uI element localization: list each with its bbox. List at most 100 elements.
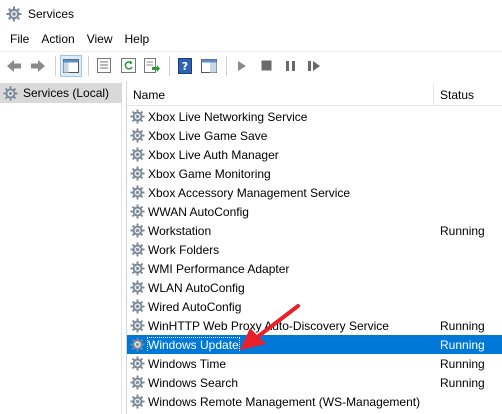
service-status: Running	[440, 318, 485, 333]
service-name: Windows Remote Management (WS-Management…	[148, 394, 421, 409]
service-name-cell: Windows Time	[127, 356, 434, 371]
column-header-name[interactable]: Name	[127, 84, 434, 105]
toolbar-separator	[55, 55, 56, 76]
console-tree-icon[interactable]	[60, 54, 82, 77]
service-gear-icon	[130, 204, 145, 219]
table-row[interactable]: Windows Update Running	[127, 335, 502, 354]
toolbar-separator	[169, 55, 170, 76]
table-row[interactable]: WinHTTP Web Proxy Auto-Discovery Service…	[127, 316, 502, 335]
forward-icon[interactable]	[27, 55, 49, 77]
service-name-cell: Windows Remote Management (WS-Management…	[127, 394, 434, 409]
service-status: Running	[440, 337, 485, 352]
service-name: Workstation	[148, 223, 212, 238]
service-name-cell: Xbox Live Auth Manager	[127, 147, 434, 162]
service-name-cell: WLAN AutoConfig	[127, 280, 434, 295]
service-name-cell: Xbox Game Monitoring	[127, 166, 434, 181]
services-list: Xbox Live Networking Service Xbox Live Ga…	[127, 107, 502, 411]
service-gear-icon	[130, 185, 145, 200]
service-gear-icon	[130, 109, 145, 124]
export-icon[interactable]	[141, 55, 163, 77]
service-name: Xbox Live Game Save	[148, 128, 268, 143]
table-row[interactable]: Xbox Live Auth Manager	[127, 145, 502, 164]
console-tree-pane: Services (Local)	[0, 81, 122, 414]
services-list-pane: Name Status Xbox Live Networking Service…	[126, 81, 502, 414]
service-name-cell: Xbox Live Networking Service	[127, 109, 434, 124]
service-name: Xbox Live Auth Manager	[148, 147, 279, 162]
service-gear-icon	[130, 337, 145, 352]
service-name-cell: Windows Update	[127, 337, 434, 352]
pause-icon[interactable]	[279, 55, 301, 77]
service-status: Running	[440, 356, 485, 371]
menu-bar: File Action View Help	[0, 28, 502, 50]
toolbar-separator	[226, 55, 227, 76]
menu-action[interactable]: Action	[35, 30, 80, 48]
table-row[interactable]: Windows Search Running	[127, 373, 502, 392]
table-row[interactable]: WMI Performance Adapter	[127, 259, 502, 278]
refresh-icon[interactable]	[117, 55, 139, 77]
service-gear-icon	[130, 318, 145, 333]
service-name-cell: Xbox Live Game Save	[127, 128, 434, 143]
table-row[interactable]: Wired AutoConfig	[127, 297, 502, 316]
table-row[interactable]: Workstation Running	[127, 221, 502, 240]
help-icon[interactable]: ?	[174, 55, 196, 77]
svg-text:?: ?	[182, 60, 188, 73]
stop-icon[interactable]	[255, 55, 277, 77]
back-icon[interactable]	[3, 55, 25, 77]
service-name-cell: Xbox Accessory Management Service	[127, 185, 434, 200]
service-gear-icon	[130, 128, 145, 143]
table-row[interactable]: Windows Remote Management (WS-Management…	[127, 392, 502, 411]
title-bar: Services	[0, 0, 502, 28]
table-row[interactable]: WWAN AutoConfig	[127, 202, 502, 221]
service-name: Wired AutoConfig	[148, 299, 242, 314]
service-gear-icon	[130, 394, 145, 409]
service-gear-icon	[130, 375, 145, 390]
service-name: Xbox Live Networking Service	[148, 109, 308, 124]
play-icon[interactable]	[231, 55, 253, 77]
table-row[interactable]: Work Folders	[127, 240, 502, 259]
table-row[interactable]: Xbox Game Monitoring	[127, 164, 502, 183]
service-gear-icon	[130, 166, 145, 181]
service-name-cell: WinHTTP Web Proxy Auto-Discovery Service	[127, 318, 434, 333]
service-name: Xbox Accessory Management Service	[148, 185, 351, 200]
menu-view[interactable]: View	[81, 30, 119, 48]
service-name-cell: WWAN AutoConfig	[127, 204, 434, 219]
service-name: WWAN AutoConfig	[148, 204, 249, 219]
service-gear-icon	[130, 299, 145, 314]
services-gear-icon	[3, 86, 18, 101]
service-status: Running	[440, 375, 485, 390]
service-name: WMI Performance Adapter	[148, 261, 290, 276]
service-name: Xbox Game Monitoring	[148, 166, 271, 181]
tree-item-services-local[interactable]: Services (Local)	[0, 83, 122, 103]
view-icon[interactable]	[198, 55, 220, 77]
menu-file[interactable]: File	[4, 30, 35, 48]
service-name-cell: WMI Performance Adapter	[127, 261, 434, 276]
service-name: Windows Search	[148, 375, 239, 390]
service-gear-icon	[130, 242, 145, 257]
table-row[interactable]: Xbox Accessory Management Service	[127, 183, 502, 202]
column-header-status[interactable]: Status	[434, 84, 502, 105]
properties-icon[interactable]	[93, 55, 115, 77]
table-row[interactable]: Xbox Live Networking Service	[127, 107, 502, 126]
service-gear-icon	[130, 147, 145, 162]
service-name-cell: Wired AutoConfig	[127, 299, 434, 314]
service-name-cell: Work Folders	[127, 242, 434, 257]
service-name-cell: Windows Search	[127, 375, 434, 390]
service-gear-icon	[130, 223, 145, 238]
restart-icon[interactable]	[303, 55, 325, 77]
services-gear-icon	[6, 6, 22, 22]
table-row[interactable]: Xbox Live Game Save	[127, 126, 502, 145]
service-name: WLAN AutoConfig	[148, 280, 245, 295]
window-title: Services	[28, 7, 75, 21]
table-row[interactable]: WLAN AutoConfig	[127, 278, 502, 297]
service-name: Work Folders	[148, 242, 220, 257]
tree-item-label: Services (Local)	[23, 86, 110, 100]
table-row[interactable]: Windows Time Running	[127, 354, 502, 373]
menu-help[interactable]: Help	[119, 30, 156, 48]
list-header: Name Status	[127, 84, 502, 106]
service-name-cell: Workstation	[127, 223, 434, 238]
service-name: Windows Update	[147, 337, 240, 352]
service-status: Running	[440, 223, 485, 238]
toolbar-separator	[88, 55, 89, 76]
service-name: WinHTTP Web Proxy Auto-Discovery Service	[148, 318, 389, 333]
service-gear-icon	[130, 261, 145, 276]
